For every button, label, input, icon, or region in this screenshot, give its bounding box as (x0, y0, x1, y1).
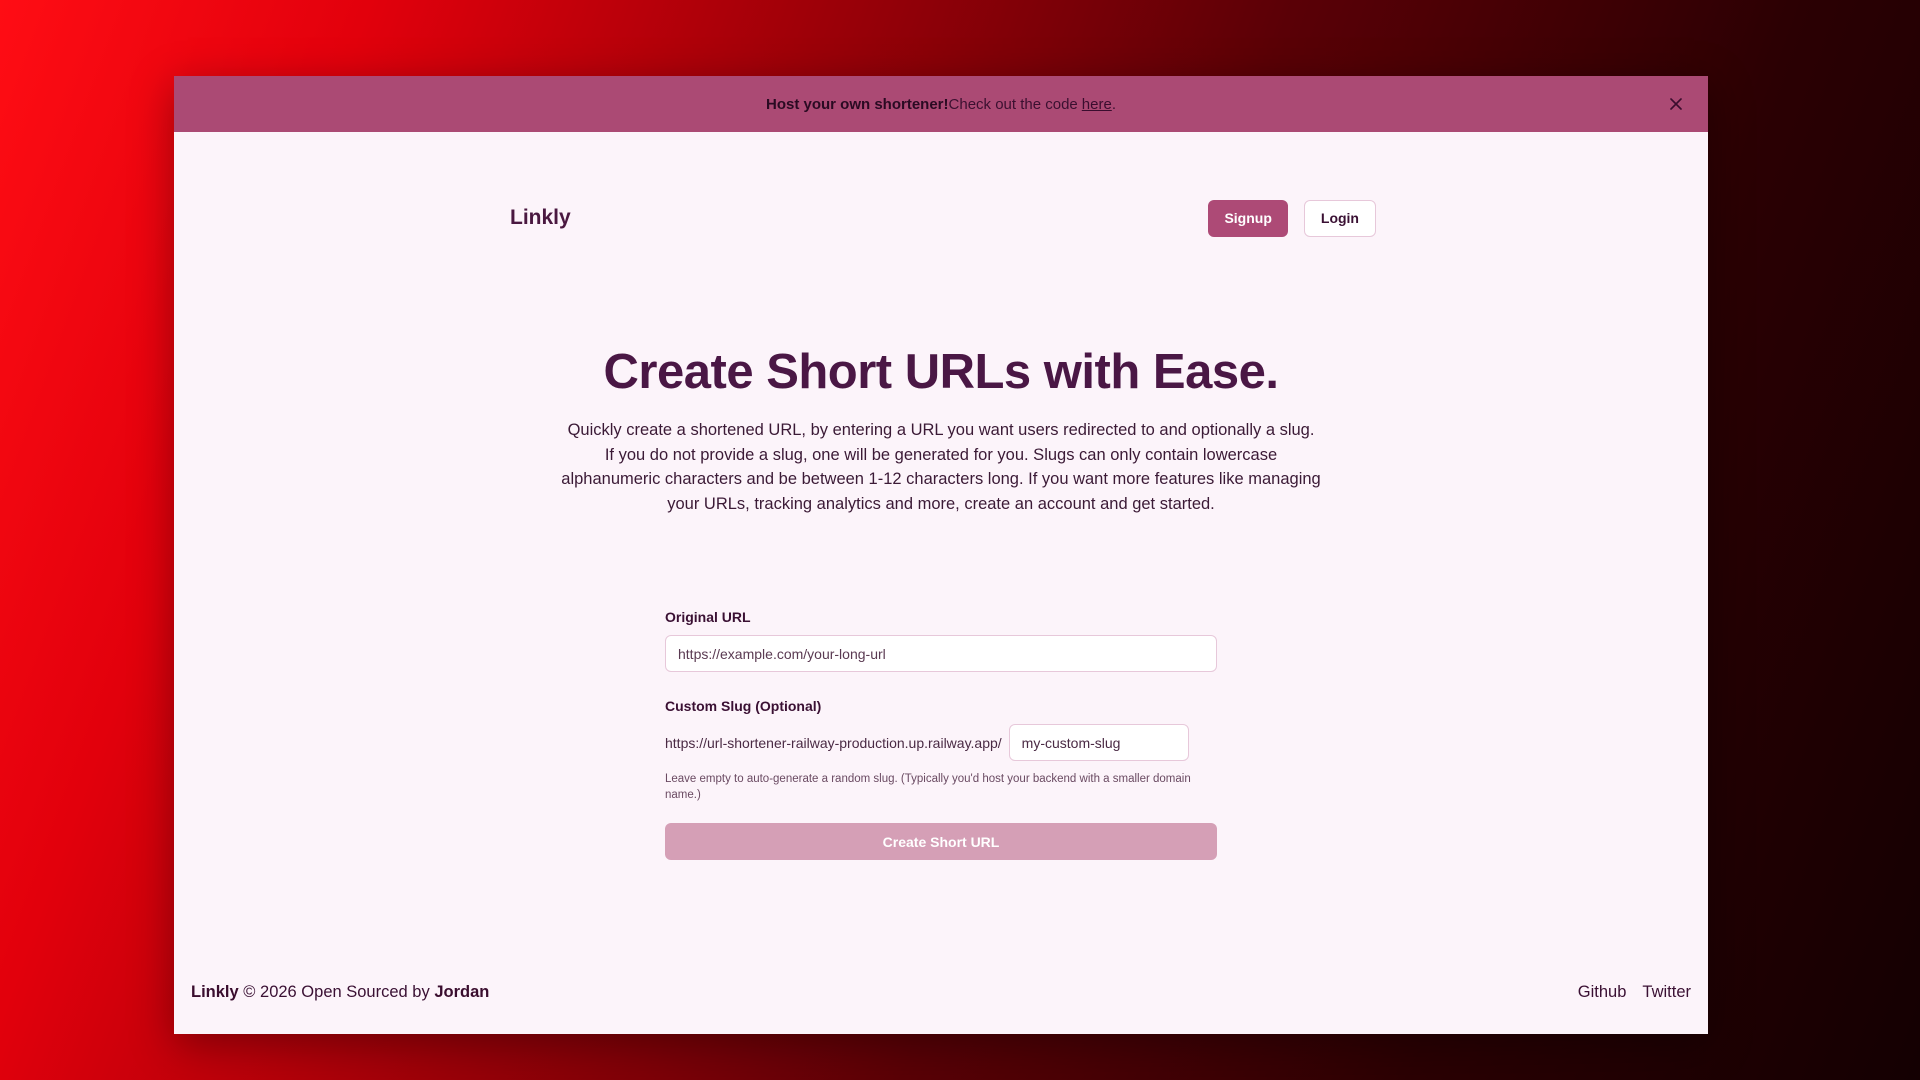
footer-copyright-text: © 2026 Open Sourced by (238, 982, 435, 1001)
logo[interactable]: Linkly (510, 206, 571, 230)
slug-prefix: https://url-shortener-railway-production… (665, 734, 1002, 751)
hero-description: Quickly create a shortened URL, by enter… (561, 421, 1321, 513)
banner-strong-text: Host your own shortener! (766, 95, 949, 113)
original-url-label: Original URL (665, 609, 751, 625)
footer-links: Github Twitter (1578, 983, 1691, 1002)
top-nav: Linkly Signup Login (510, 198, 1376, 238)
hero-section: Create Short URLs with Ease. Quickly cre… (174, 344, 1708, 516)
page-title: Create Short URLs with Ease. (603, 345, 1279, 399)
original-url-input[interactable] (665, 635, 1217, 672)
create-short-url-button[interactable]: Create Short URL (665, 823, 1217, 860)
banner-code-link[interactable]: here (1082, 96, 1112, 113)
signup-button[interactable]: Signup (1208, 199, 1288, 237)
banner-period: . (1111, 95, 1116, 113)
nav-actions: Signup Login (1208, 199, 1376, 237)
twitter-link[interactable]: Twitter (1642, 983, 1691, 1002)
footer-author[interactable]: Jordan (434, 983, 489, 1001)
browser-window: Host your own shortener! Check out the c… (174, 76, 1708, 1034)
banner-text: Check out the code (948, 95, 1078, 113)
footer-copyright: Linkly © 2026 Open Sourced by Jordan (191, 983, 489, 1002)
login-button[interactable]: Login (1303, 199, 1376, 237)
close-icon (1670, 98, 1682, 110)
custom-slug-label: Custom Slug (Optional) (665, 698, 822, 714)
shorten-form: Original URL Custom Slug (Optional) http… (665, 609, 1217, 860)
custom-slug-input[interactable] (1008, 724, 1189, 761)
github-link[interactable]: Github (1578, 983, 1627, 1002)
footer-brand: Linkly (191, 982, 239, 1001)
close-banner-button[interactable] (1664, 92, 1688, 116)
footer: Linkly © 2026 Open Sourced by Jordan Git… (191, 980, 1691, 1004)
custom-slug-row: https://url-shortener-railway-production… (665, 724, 1217, 761)
slug-hint: Leave empty to auto-generate a random sl… (665, 773, 1191, 801)
announcement-banner: Host your own shortener! Check out the c… (174, 76, 1708, 132)
